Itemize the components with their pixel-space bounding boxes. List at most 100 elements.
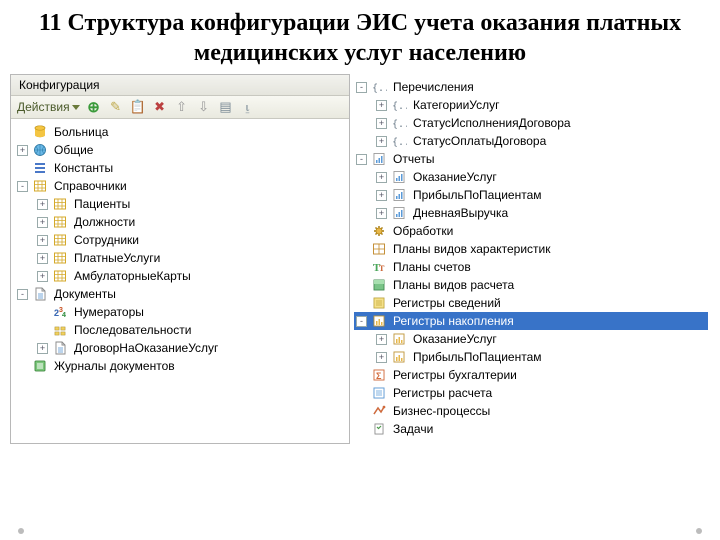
collapse-icon[interactable]: -	[356, 154, 367, 165]
toggle-blank	[356, 262, 367, 273]
tree-node[interactable]: + ДоговорНаОказаниеУслуг	[15, 339, 347, 357]
tree-node[interactable]: + ПлатныеУслуги	[15, 249, 347, 267]
tree-node-label: ПлатныеУслуги	[72, 251, 160, 265]
config-tree-right[interactable]: -Перечисления+КатегорииУслуг+СтатусИспол…	[350, 74, 710, 444]
tree-node[interactable]: Нумераторы	[15, 303, 347, 321]
table-icon	[52, 214, 68, 230]
expand-icon[interactable]: +	[37, 235, 48, 246]
expand-icon[interactable]: +	[376, 190, 387, 201]
copy-icon[interactable]: 📋	[130, 99, 146, 115]
tree-node[interactable]: Регистры сведений	[354, 294, 708, 312]
tree-node[interactable]: + ПрибыльПоПациентам	[354, 348, 708, 366]
expand-icon[interactable]: +	[37, 253, 48, 264]
tree-node-label: Регистры сведений	[391, 296, 501, 310]
expand-icon[interactable]: +	[37, 217, 48, 228]
tree-node[interactable]: - Регистры накопления	[354, 312, 708, 330]
task-icon	[371, 421, 387, 437]
expand-icon[interactable]: +	[376, 100, 387, 111]
tree-node-label: Регистры бухгалтерии	[391, 368, 517, 382]
tree-node-label: Сотрудники	[72, 233, 139, 247]
regacc-icon	[391, 331, 407, 347]
tree-node[interactable]: +Должности	[15, 213, 347, 231]
report-icon	[371, 151, 387, 167]
expand-icon[interactable]: +	[376, 208, 387, 219]
tree-node[interactable]: +КатегорииУслуг	[354, 96, 708, 114]
config-panel: Конфигурация Действия ⊕ ✎ 📋 ✖ ⇧ ⇩ ▤ ⍸ Бо…	[10, 74, 350, 444]
tree-node[interactable]: -Документы	[15, 285, 347, 303]
tree-node[interactable]: +ПрибыльПоПациентам	[354, 186, 708, 204]
config-tree-left[interactable]: Больница + Общие Константы -Справочники+Паци…	[11, 119, 349, 381]
expand-icon[interactable]: +	[376, 334, 387, 345]
tree-node-label: ДневнаяВыручка	[411, 206, 508, 220]
tree-node[interactable]: + Общие	[15, 141, 347, 159]
tree-node-label: Журналы документов	[52, 359, 175, 373]
tree-node-label: Константы	[52, 161, 113, 175]
tree-node[interactable]: + СтатусИсполненияДоговора	[354, 114, 708, 132]
tree-node[interactable]: Больница	[15, 123, 347, 141]
tree-node[interactable]: Регистры бухгалтерии	[354, 366, 708, 384]
tree-node[interactable]: Обработки	[354, 222, 708, 240]
add-icon[interactable]: ⊕	[86, 99, 102, 115]
regacc-icon	[371, 313, 387, 329]
tree-node[interactable]: -Отчеты	[354, 150, 708, 168]
tree-node[interactable]: +ОказаниеУслуг	[354, 330, 708, 348]
tree-node[interactable]: Задачи	[354, 420, 708, 438]
toggle-blank	[17, 361, 28, 372]
expand-icon[interactable]: +	[17, 145, 28, 156]
enum-icon	[391, 97, 407, 113]
tree-node[interactable]: +ОказаниеУслуг	[354, 168, 708, 186]
collapse-icon[interactable]: -	[356, 316, 367, 327]
gear-icon	[371, 223, 387, 239]
tree-node[interactable]: Бизнес-процессы	[354, 402, 708, 420]
tree-node-label: ДоговорНаОказаниеУслуг	[72, 341, 218, 355]
tree-node-label: Регистры накопления	[391, 314, 514, 328]
tree-node-label: Задачи	[391, 422, 433, 436]
tree-node[interactable]: Журналы документов	[15, 357, 347, 375]
delete-icon[interactable]: ✖	[152, 99, 168, 115]
reginfo-icon	[371, 295, 387, 311]
expand-icon[interactable]: +	[376, 352, 387, 363]
tree-node-label: СтатусОплатыДоговора	[411, 134, 546, 148]
list-icon[interactable]: ▤	[218, 99, 234, 115]
tree-node[interactable]: Константы	[15, 159, 347, 177]
tree-node[interactable]: Планы счетов	[354, 258, 708, 276]
tree-node-label: АмбулаторныеКарты	[72, 269, 191, 283]
toggle-blank	[356, 226, 367, 237]
report-icon	[391, 205, 407, 221]
collapse-icon[interactable]: -	[17, 181, 28, 192]
expand-icon[interactable]: +	[37, 199, 48, 210]
tree-node-label: Планы видов характеристик	[391, 242, 550, 256]
tree-node[interactable]: Регистры расчета	[354, 384, 708, 402]
tree-node[interactable]: + Сотрудники	[15, 231, 347, 249]
tree-node[interactable]: Последовательности	[15, 321, 347, 339]
tree-node[interactable]: + АмбулаторныеКарты	[15, 267, 347, 285]
down-arrow-icon[interactable]: ⇩	[196, 99, 212, 115]
tree-node-label: Общие	[52, 143, 93, 157]
tree-node[interactable]: + СтатусОплатыДоговора	[354, 132, 708, 150]
tree-node-label: ПрибыльПоПациентам	[411, 350, 542, 364]
toggle-blank	[356, 424, 367, 435]
tree-node[interactable]: Планы видов характеристик	[354, 240, 708, 258]
expand-icon[interactable]: +	[37, 343, 48, 354]
tree-node-label: Регистры расчета	[391, 386, 492, 400]
expand-icon[interactable]: +	[376, 118, 387, 129]
expand-icon[interactable]: +	[37, 271, 48, 282]
tree-node[interactable]: Планы видов расчета	[354, 276, 708, 294]
decorative-dot	[696, 528, 702, 534]
journal-icon	[32, 358, 48, 374]
tree-node[interactable]: + ДневнаяВыручка	[354, 204, 708, 222]
tree-node[interactable]: -Перечисления	[354, 78, 708, 96]
filter-icon[interactable]: ⍸	[240, 99, 256, 115]
doc-icon	[52, 340, 68, 356]
collapse-icon[interactable]: -	[356, 82, 367, 93]
toggle-blank	[356, 244, 367, 255]
expand-icon[interactable]: +	[376, 136, 387, 147]
up-arrow-icon[interactable]: ⇧	[174, 99, 190, 115]
actions-menu[interactable]: Действия	[17, 100, 80, 114]
edit-icon[interactable]: ✎	[108, 99, 124, 115]
tree-node-label: СтатусИсполненияДоговора	[411, 116, 571, 130]
tree-node[interactable]: +Пациенты	[15, 195, 347, 213]
tree-node[interactable]: -Справочники	[15, 177, 347, 195]
expand-icon[interactable]: +	[376, 172, 387, 183]
collapse-icon[interactable]: -	[17, 289, 28, 300]
